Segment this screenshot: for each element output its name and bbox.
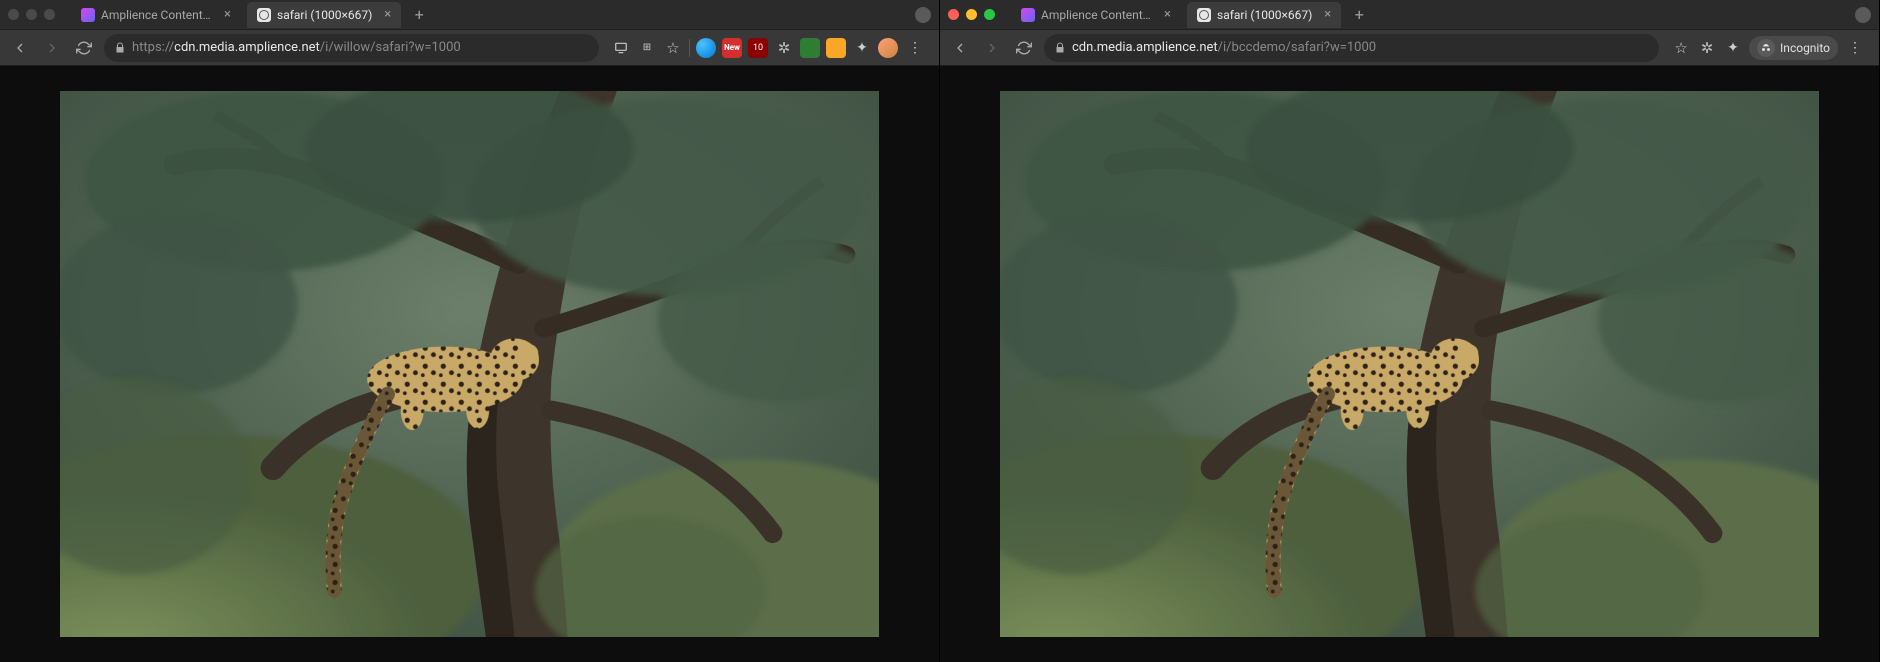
incognito-badge[interactable]: Incognito xyxy=(1749,36,1838,60)
lock-icon xyxy=(1054,42,1066,54)
traffic-close[interactable] xyxy=(8,9,19,20)
content-area xyxy=(0,66,939,662)
traffic-minimize[interactable] xyxy=(966,9,977,20)
new-tab-button[interactable]: + xyxy=(407,3,431,27)
new-tab-button[interactable]: + xyxy=(1347,3,1371,27)
grid-icon[interactable]: ⊞ xyxy=(637,38,657,58)
forward-button[interactable] xyxy=(980,36,1004,60)
menu-icon[interactable]: ⋮ xyxy=(904,40,927,56)
browser-window-left: Amplience Content Hub × safari (1000×667… xyxy=(0,0,940,662)
tab-amplience[interactable]: Amplience Content Hub × xyxy=(71,2,241,28)
tab-label: Amplience Content Hub xyxy=(1041,8,1152,22)
titlebar: Amplience Content Hub × safari (1000×667… xyxy=(0,0,939,30)
amplience-favicon xyxy=(1021,8,1035,22)
close-icon[interactable]: × xyxy=(1324,7,1331,22)
extension-badge-icon[interactable]: 10 xyxy=(748,38,768,58)
toolbar-right: ⊞ ☆ New 10 ✲ ✦ ⋮ xyxy=(607,38,931,58)
menu-icon[interactable]: ⋮ xyxy=(1844,40,1867,56)
extensions-puzzle-icon[interactable]: ✦ xyxy=(852,38,872,58)
window-controls[interactable] xyxy=(948,9,995,20)
back-button[interactable] xyxy=(8,36,32,60)
browser-window-right: Amplience Content Hub × safari (1000×667… xyxy=(940,0,1880,662)
traffic-close[interactable] xyxy=(948,9,959,20)
bookmark-star-icon[interactable]: ☆ xyxy=(1671,38,1691,58)
tab-safari-image[interactable]: safari (1000×667) × xyxy=(1187,2,1341,28)
profile-switch-icon[interactable] xyxy=(915,7,931,23)
amplience-favicon xyxy=(81,8,95,22)
content-area xyxy=(940,66,1879,662)
image-safari-leopard xyxy=(1000,91,1819,637)
bookmark-star-icon[interactable]: ☆ xyxy=(663,38,683,58)
cast-icon[interactable] xyxy=(611,38,631,58)
back-button[interactable] xyxy=(948,36,972,60)
profile-avatar[interactable] xyxy=(878,38,898,58)
traffic-zoom[interactable] xyxy=(984,9,995,20)
close-icon[interactable]: × xyxy=(224,7,231,22)
address-bar[interactable]: https://cdn.media.amplience.net/i/willow… xyxy=(104,34,599,62)
extension-yellow-icon[interactable] xyxy=(826,38,846,58)
incognito-icon xyxy=(1757,39,1775,57)
lock-icon xyxy=(114,42,126,54)
forward-button[interactable] xyxy=(40,36,64,60)
toolbar-right: ☆ ✲ ✦ Incognito ⋮ xyxy=(1667,36,1871,60)
profile-switch-icon[interactable] xyxy=(1855,7,1871,23)
url-text: cdn.media.amplience.net/i/bccdemo/safari… xyxy=(1072,40,1649,55)
globe-favicon xyxy=(257,8,271,22)
traffic-zoom[interactable] xyxy=(44,9,55,20)
globe-favicon xyxy=(1197,8,1211,22)
extension-settings-icon[interactable]: ✲ xyxy=(1697,38,1717,58)
close-icon[interactable]: × xyxy=(384,7,391,22)
titlebar: Amplience Content Hub × safari (1000×667… xyxy=(940,0,1879,30)
url-text: https://cdn.media.amplience.net/i/willow… xyxy=(132,40,589,55)
extensions-puzzle-icon[interactable]: ✦ xyxy=(1723,38,1743,58)
extension-green-icon[interactable] xyxy=(800,38,820,58)
window-controls[interactable] xyxy=(8,9,55,20)
divider xyxy=(689,39,690,57)
extension-new-icon[interactable]: New xyxy=(722,38,742,58)
traffic-minimize[interactable] xyxy=(26,9,37,20)
image-safari-leopard xyxy=(60,91,879,637)
tab-label: safari (1000×667) xyxy=(277,8,372,22)
reload-button[interactable] xyxy=(72,36,96,60)
toolbar: cdn.media.amplience.net/i/bccdemo/safari… xyxy=(940,30,1879,66)
reload-button[interactable] xyxy=(1012,36,1036,60)
tab-amplience[interactable]: Amplience Content Hub × xyxy=(1011,2,1181,28)
extension-settings-icon[interactable]: ✲ xyxy=(774,38,794,58)
incognito-label: Incognito xyxy=(1780,41,1830,55)
tab-safari-image[interactable]: safari (1000×667) × xyxy=(247,2,401,28)
address-bar[interactable]: cdn.media.amplience.net/i/bccdemo/safari… xyxy=(1044,34,1659,62)
tab-label: Amplience Content Hub xyxy=(101,8,212,22)
extension-edge-icon[interactable] xyxy=(696,38,716,58)
tab-label: safari (1000×667) xyxy=(1217,8,1312,22)
toolbar: https://cdn.media.amplience.net/i/willow… xyxy=(0,30,939,66)
close-icon[interactable]: × xyxy=(1164,7,1171,22)
